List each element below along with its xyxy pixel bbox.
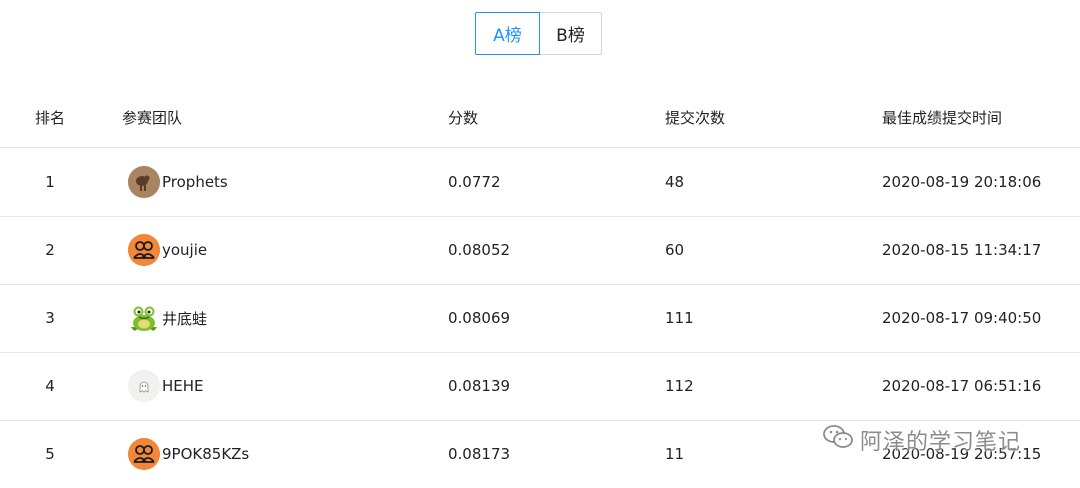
- table-header: 排名 参赛团队 分数 提交次数 最佳成绩提交时间: [0, 88, 1080, 148]
- team-name[interactable]: 井底蛙: [162, 308, 207, 329]
- submissions-cell: 111: [665, 309, 694, 327]
- team-cell: 井底蛙: [122, 284, 422, 352]
- score-cell: 0.0772: [448, 173, 501, 191]
- team-name[interactable]: 9POK85KZs: [162, 445, 249, 463]
- table-row: 4 HEHE 0.08139 112 2020-08-17 06:51:16: [0, 352, 1080, 421]
- team-cell: 9POK85KZs: [122, 420, 422, 488]
- default-team-avatar-icon: [128, 234, 160, 266]
- rank-cell: 2: [45, 241, 55, 259]
- best-time-cell: 2020-08-17 09:40:50: [882, 309, 1042, 327]
- team-name[interactable]: Prophets: [162, 173, 228, 191]
- wooden-figure-avatar-icon: [128, 166, 160, 198]
- table-row: 2 youjie 0.08052 60 2020-08-15 11:34:17: [0, 216, 1080, 285]
- best-time-cell: 2020-08-17 06:51:16: [882, 377, 1042, 395]
- score-cell: 0.08052: [448, 241, 511, 259]
- score-cell: 0.08069: [448, 309, 511, 327]
- watermark: 阿泽的学习笔记: [822, 424, 1021, 456]
- tab-a-board[interactable]: A榜: [475, 12, 540, 55]
- wechat-icon: [822, 424, 854, 456]
- rank-cell: 3: [45, 309, 55, 327]
- team-name[interactable]: HEHE: [162, 377, 204, 395]
- submissions-cell: 112: [665, 377, 694, 395]
- header-submissions: 提交次数: [665, 109, 726, 127]
- team-cell: Prophets: [122, 148, 422, 216]
- default-team-avatar-icon: [128, 438, 160, 470]
- team-cell: HEHE: [122, 352, 422, 420]
- rank-cell: 1: [45, 173, 55, 191]
- submissions-cell: 48: [665, 173, 685, 191]
- header-team: 参赛团队: [122, 109, 183, 127]
- tab-b-board[interactable]: B榜: [539, 12, 602, 55]
- table-row: 1 Prophets 0.0772 48 2020-08-19 20:18:06: [0, 148, 1080, 217]
- header-best-time: 最佳成绩提交时间: [882, 109, 1003, 127]
- header-rank: 排名: [34, 109, 65, 127]
- rank-cell: 5: [45, 445, 55, 463]
- score-cell: 0.08173: [448, 445, 511, 463]
- table-row: 3 井底蛙 0.08069 111 2020-08-17 09:40:50: [0, 284, 1080, 353]
- team-cell: youjie: [122, 216, 422, 284]
- team-name[interactable]: youjie: [162, 241, 207, 259]
- leaderboard-page: A榜 B榜 排名 参赛团队 分数 提交次数 最佳成绩提交时间 1 Prophet…: [0, 0, 1080, 488]
- submissions-cell: 60: [665, 241, 685, 259]
- best-time-cell: 2020-08-19 20:18:06: [882, 173, 1042, 191]
- rank-cell: 4: [45, 377, 55, 395]
- leaderboard-tabs: A榜 B榜: [475, 12, 602, 55]
- watermark-text: 阿泽的学习笔记: [860, 430, 1022, 455]
- frog-avatar-icon: [128, 302, 160, 334]
- header-score: 分数: [448, 109, 479, 127]
- best-time-cell: 2020-08-15 11:34:17: [882, 241, 1042, 259]
- score-cell: 0.08139: [448, 377, 511, 395]
- ghost-avatar-icon: [128, 370, 160, 402]
